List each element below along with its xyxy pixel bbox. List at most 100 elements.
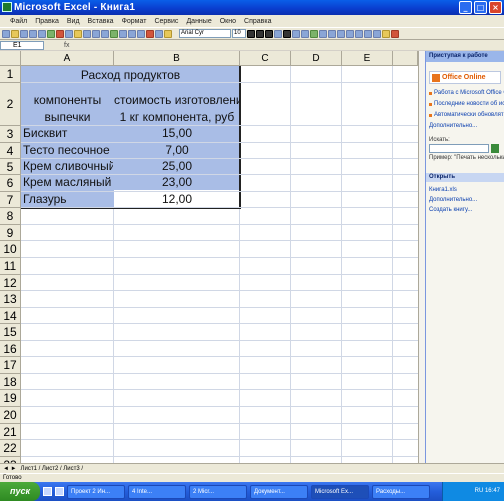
row-header-17[interactable]: 17 (0, 357, 21, 374)
quicklaunch-icon[interactable] (55, 487, 64, 496)
maximize-icon[interactable]: □ (474, 1, 487, 14)
redo-icon[interactable] (101, 29, 109, 38)
font-size-select[interactable]: 10 (232, 29, 246, 38)
select-all-corner[interactable] (0, 51, 21, 66)
preview-icon[interactable] (38, 29, 46, 38)
search-input[interactable] (429, 144, 489, 153)
open-icon[interactable] (11, 29, 19, 38)
paste-icon[interactable] (74, 29, 82, 38)
taskbar-button[interactable]: 2 Micr... (189, 484, 247, 499)
task-pane-link-3[interactable]: Автоматически обновлять этот список из И… (426, 110, 504, 121)
quicklaunch-icon[interactable] (43, 487, 52, 496)
menu-window[interactable]: Окно (220, 18, 236, 25)
header-a-line1[interactable]: компоненты (21, 93, 114, 107)
row-header-2[interactable]: 2 (0, 83, 21, 126)
row-header-8[interactable]: 8 (0, 208, 21, 225)
font-color-icon[interactable] (391, 29, 399, 38)
menu-data[interactable]: Данные (186, 18, 211, 25)
decrease-decimal-icon[interactable] (346, 29, 354, 38)
font-name-select[interactable]: Arial Cyr (179, 29, 231, 38)
taskbar-button-active[interactable]: Microsoft Ex... (311, 484, 369, 499)
autosum-icon[interactable] (119, 29, 127, 38)
chart-wizard-icon[interactable] (146, 29, 154, 38)
row-header-11[interactable]: 11 (0, 258, 21, 275)
row-header-15[interactable]: 15 (0, 324, 21, 341)
tab-nav-icon[interactable]: ◄ ► (3, 466, 17, 472)
zoom-icon[interactable] (155, 29, 163, 38)
percent-icon[interactable] (319, 29, 327, 38)
taskbar-button[interactable]: Проект 2 Ин... (67, 484, 125, 499)
vertical-scrollbar[interactable] (418, 51, 425, 463)
sort-asc-icon[interactable] (128, 29, 136, 38)
column-header-a[interactable]: A (21, 51, 114, 66)
create-workbook-link[interactable]: Создать книгу... (426, 205, 504, 215)
format-painter-icon[interactable] (83, 29, 91, 38)
print-icon[interactable] (29, 29, 37, 38)
row-header-14[interactable]: 14 (0, 308, 21, 324)
copy-icon[interactable] (65, 29, 73, 38)
header-b-line1[interactable]: стоимость изготовления (114, 93, 240, 107)
item-name-2[interactable]: Тесто песочное (23, 143, 113, 157)
sheet-title[interactable]: Расход продуктов (21, 68, 240, 82)
sheet-tabs[interactable]: Лист1 / Лист2 / Лист3 / (21, 466, 83, 472)
item-cost-5[interactable]: 12,00 (114, 192, 240, 206)
save-icon[interactable] (20, 29, 28, 38)
item-cost-1[interactable]: 15,00 (114, 126, 240, 140)
minimize-icon[interactable]: _ (459, 1, 472, 14)
menu-view[interactable]: Вид (67, 18, 80, 25)
task-pane-link-1[interactable]: Работа с Microsoft Office Online (426, 88, 504, 99)
hyperlink-icon[interactable] (110, 29, 118, 38)
item-name-4[interactable]: Крем масляный (23, 175, 113, 189)
column-header-b[interactable]: B (114, 51, 240, 66)
row-header-10[interactable]: 10 (0, 241, 21, 258)
currency-icon[interactable] (310, 29, 318, 38)
item-cost-3[interactable]: 25,00 (114, 159, 240, 173)
underline-icon[interactable] (265, 29, 273, 38)
taskbar-button[interactable]: Документ... (250, 484, 308, 499)
help-icon[interactable] (164, 29, 172, 38)
fx-icon[interactable]: fx (64, 42, 69, 49)
close-icon[interactable]: × (489, 1, 502, 14)
italic-icon[interactable] (256, 29, 264, 38)
align-center-icon[interactable] (283, 29, 291, 38)
row-header-22[interactable]: 22 (0, 440, 21, 457)
row-header-12[interactable]: 12 (0, 275, 21, 291)
sort-desc-icon[interactable] (137, 29, 145, 38)
column-header-c[interactable]: C (240, 51, 291, 66)
row-header-1[interactable]: 1 (0, 66, 21, 83)
new-icon[interactable] (2, 29, 10, 38)
row-header-21[interactable]: 21 (0, 424, 21, 440)
item-name-5[interactable]: Глазурь (23, 192, 113, 206)
bold-icon[interactable] (247, 29, 255, 38)
row-header-20[interactable]: 20 (0, 407, 21, 424)
increase-indent-icon[interactable] (364, 29, 372, 38)
item-name-3[interactable]: Крем сливочный (23, 159, 113, 173)
align-left-icon[interactable] (274, 29, 282, 38)
row-header-9[interactable]: 9 (0, 225, 21, 241)
cut-icon[interactable] (56, 29, 64, 38)
row-header-3[interactable]: 3 (0, 126, 21, 143)
name-box[interactable]: E1 (0, 40, 44, 50)
thousands-icon[interactable] (328, 29, 336, 38)
menu-edit[interactable]: Правка (35, 18, 59, 25)
column-header-e[interactable]: E (342, 51, 393, 66)
column-header-f[interactable] (393, 51, 418, 66)
menu-format[interactable]: Формат (122, 18, 147, 25)
recent-more[interactable]: Дополнительно... (426, 195, 504, 205)
recent-file-1[interactable]: Книга1.xls (426, 185, 504, 195)
worksheet-grid[interactable]: A B C D E 1 2 3 4 5 6 7 8 9 10 11 12 13 14 15 16 17 18 19 2… (0, 51, 418, 463)
row-header-18[interactable]: 18 (0, 374, 21, 390)
fill-color-icon[interactable] (382, 29, 390, 38)
row-header-4[interactable]: 4 (0, 143, 21, 159)
header-a-line2[interactable]: выпечки (21, 110, 114, 124)
row-header-19[interactable]: 19 (0, 390, 21, 407)
menu-file[interactable]: Файл (10, 18, 27, 25)
row-header-6[interactable]: 6 (0, 175, 21, 192)
item-name-1[interactable]: Бисквит (23, 126, 113, 140)
menu-tools[interactable]: Сервис (154, 18, 178, 25)
borders-icon[interactable] (373, 29, 381, 38)
undo-icon[interactable] (92, 29, 100, 38)
merge-center-icon[interactable] (301, 29, 309, 38)
increase-decimal-icon[interactable] (337, 29, 345, 38)
start-button[interactable]: пуск (0, 482, 40, 501)
